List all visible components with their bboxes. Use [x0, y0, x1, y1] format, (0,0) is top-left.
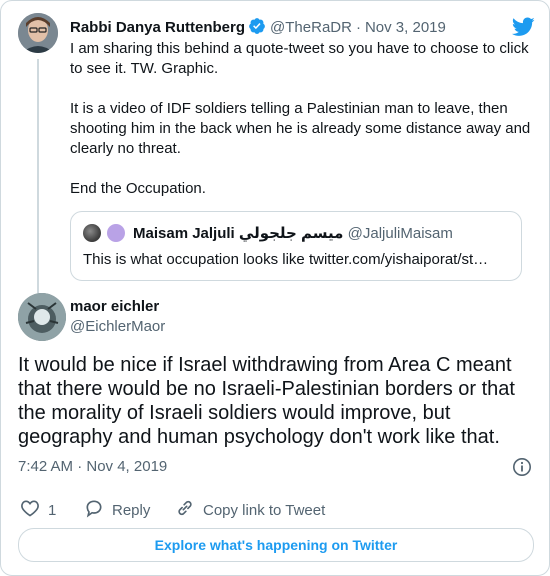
like-button[interactable]: 1 — [20, 498, 56, 524]
heart-icon — [20, 498, 48, 524]
reply-label: Reply — [112, 502, 151, 519]
author-name[interactable]: Rabbi Danya Ruttenberg — [70, 19, 245, 36]
copy-link-label: Copy link to Tweet — [203, 502, 326, 519]
parent-tweet-text: I am sharing this behind a quote-tweet s… — [70, 40, 531, 197]
verified-badge-icon — [248, 17, 266, 40]
info-icon[interactable] — [512, 457, 532, 482]
separator-dot: · — [355, 19, 361, 36]
like-count: 1 — [48, 502, 57, 519]
tweet-date[interactable]: Nov 3, 2019 — [365, 19, 446, 36]
author-name[interactable]: maor eichler — [70, 298, 159, 316]
thread-connector-line — [37, 59, 39, 297]
author-handle[interactable]: @TheRaDR — [270, 19, 352, 36]
main-tweet-text: It would be nice if Israel withdrawing f… — [18, 354, 515, 448]
quoted-author-name: Maisam Jaljuli ميسم جلجولي — [133, 225, 344, 242]
link-icon — [175, 498, 203, 524]
avatar[interactable] — [18, 293, 66, 341]
avatar — [107, 224, 125, 242]
parent-tweet-header: Rabbi Danya Ruttenberg @TheRaDR · Nov 3, 20… — [70, 17, 446, 40]
author-handle[interactable]: @EichlerMaor — [70, 318, 165, 336]
tweet-timestamp[interactable]: 7:42 AM · Nov 4, 2019 — [18, 458, 167, 476]
quoted-tweet-header: Maisam Jaljuli ميسم جلجولي @JaljuliMaisa… — [133, 224, 453, 243]
explore-button[interactable]: Explore what's happening on Twitter — [18, 528, 534, 562]
tweet-embed-card: Rabbi Danya Ruttenberg @TheRaDR · Nov 3, 20… — [0, 0, 550, 576]
copy-link-button[interactable]: Copy link to Tweet — [175, 498, 325, 524]
avatar[interactable] — [18, 13, 58, 53]
quoted-tweet[interactable]: Maisam Jaljuli ميسم جلجولي @JaljuliMaisa… — [70, 211, 522, 281]
quoted-author-handle: @JaljuliMaisam — [347, 225, 453, 242]
reply-bubble-icon — [84, 498, 112, 524]
reply-button[interactable]: Reply — [84, 498, 150, 524]
quoted-tweet-text: This is what occupation looks like twitt… — [83, 251, 489, 268]
avatar — [83, 224, 101, 242]
